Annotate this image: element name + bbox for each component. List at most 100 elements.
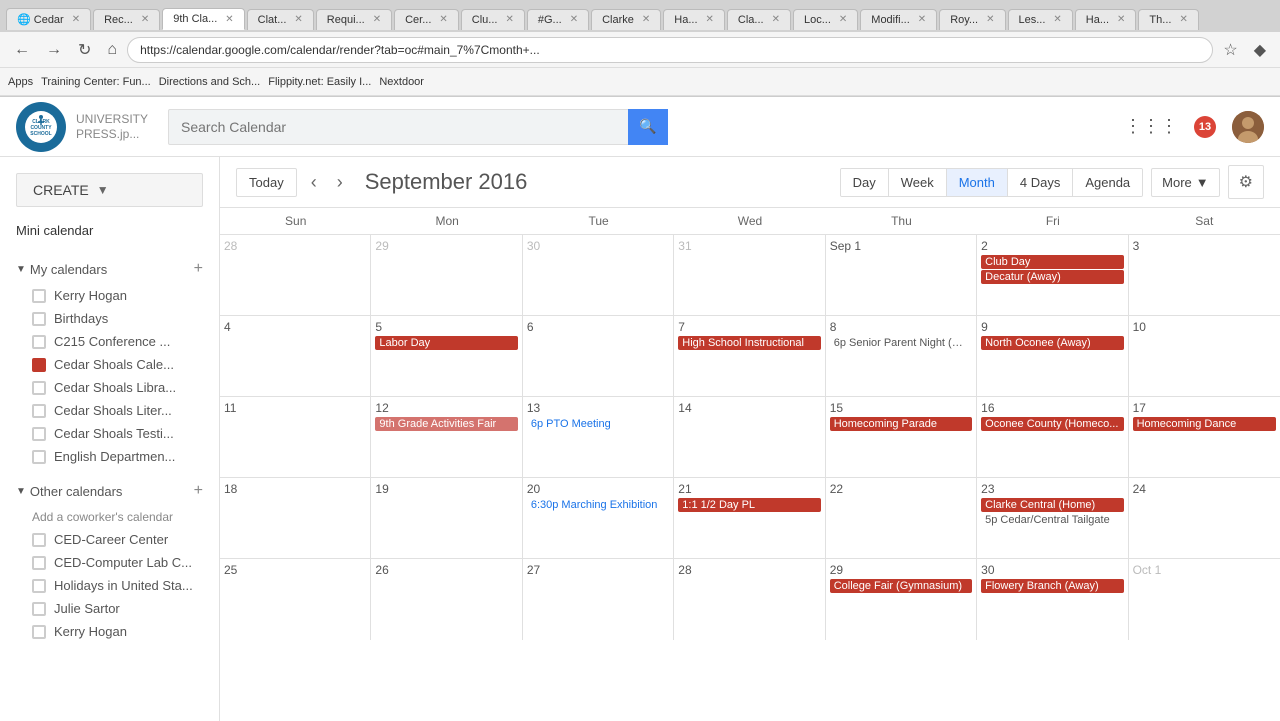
event-2-2-0[interactable]: 6p PTO Meeting <box>527 417 669 431</box>
cal-cell-1-5[interactable]: 9North Oconee (Away) <box>977 316 1128 396</box>
tab-modifi[interactable]: Modifi... ✕ <box>860 9 937 30</box>
calendar-item-c215[interactable]: C215 Conference ... <box>8 330 211 353</box>
tab-les[interactable]: Les... ✕ <box>1008 9 1073 30</box>
grid-icon[interactable]: ⋮⋮⋮ <box>1124 116 1178 137</box>
calendar-checkbox-ced-career[interactable] <box>32 533 46 547</box>
event-1-4-0[interactable]: 6p Senior Parent Night (The... <box>830 336 972 350</box>
calendar-item-holidays[interactable]: Holidays in United Sta... <box>8 574 211 597</box>
bookmark-flippity[interactable]: Flippity.net: Easily I... <box>268 76 371 88</box>
tab-clat[interactable]: Clat... ✕ <box>247 9 314 30</box>
tab-ha2[interactable]: Ha... ✕ <box>1075 9 1137 30</box>
calendar-checkbox-english-dept[interactable] <box>32 450 46 464</box>
cal-cell-0-3[interactable]: 31 <box>674 235 825 315</box>
calendar-item-ced-computer[interactable]: CED-Computer Lab C... <box>8 551 211 574</box>
cal-cell-4-0[interactable]: 25 <box>220 559 371 640</box>
event-0-5-0[interactable]: Club Day <box>981 255 1123 269</box>
other-calendars-header[interactable]: ▼ Other calendars + <box>8 476 211 506</box>
calendar-checkbox-cedar-shoals-cal[interactable] <box>32 358 46 372</box>
calendar-checkbox-ced-computer[interactable] <box>32 556 46 570</box>
search-button[interactable]: 🔍 <box>628 109 668 145</box>
calendar-item-birthdays[interactable]: Birthdays <box>8 307 211 330</box>
event-2-1-0[interactable]: 9th Grade Activities Fair <box>375 417 517 431</box>
calendar-item-english-dept[interactable]: English Departmen... <box>8 445 211 468</box>
cal-cell-2-6[interactable]: 17Homecoming Dance <box>1129 397 1280 477</box>
cal-cell-3-1[interactable]: 19 <box>371 478 522 558</box>
cal-cell-0-2[interactable]: 30 <box>523 235 674 315</box>
calendar-item-julie-sartor[interactable]: Julie Sartor <box>8 597 211 620</box>
cal-cell-3-5[interactable]: 23Clarke Central (Home)5p Cedar/Central … <box>977 478 1128 558</box>
cal-cell-4-6[interactable]: Oct 1 <box>1129 559 1280 640</box>
bookmark-training[interactable]: Training Center: Fun... <box>41 76 151 88</box>
view-month-button[interactable]: Month <box>947 169 1008 196</box>
other-calendars-plus-icon[interactable]: + <box>194 482 203 500</box>
view-4days-button[interactable]: 4 Days <box>1008 169 1073 196</box>
my-calendars-plus-icon[interactable]: + <box>194 260 203 278</box>
calendar-item-kerry-hogan[interactable]: Kerry Hogan <box>8 284 211 307</box>
cal-cell-0-6[interactable]: 3 <box>1129 235 1280 315</box>
event-1-5-0[interactable]: North Oconee (Away) <box>981 336 1123 350</box>
extensions-button[interactable]: ◆ <box>1248 38 1272 62</box>
tab-loc[interactable]: Loc... ✕ <box>793 9 858 30</box>
event-0-5-1[interactable]: Decatur (Away) <box>981 270 1123 284</box>
add-coworker-input[interactable]: Add a coworker's calendar <box>8 506 211 528</box>
cal-cell-3-2[interactable]: 206:30p Marching Exhibition <box>523 478 674 558</box>
view-day-button[interactable]: Day <box>841 169 889 196</box>
avatar[interactable] <box>1232 111 1264 143</box>
event-4-5-0[interactable]: Flowery Branch (Away) <box>981 579 1123 593</box>
cal-cell-4-5[interactable]: 30Flowery Branch (Away) <box>977 559 1128 640</box>
cal-cell-0-1[interactable]: 29 <box>371 235 522 315</box>
calendar-checkbox-cedar-liter[interactable] <box>32 404 46 418</box>
calendar-item-cedar-libra[interactable]: Cedar Shoals Libra... <box>8 376 211 399</box>
calendar-checkbox-holidays[interactable] <box>32 579 46 593</box>
event-2-5-0[interactable]: Oconee County (Homeco... <box>981 417 1123 431</box>
cal-cell-1-2[interactable]: 6 <box>523 316 674 396</box>
tab-cla2[interactable]: Cla... ✕ <box>727 9 791 30</box>
prev-month-button[interactable]: ‹ <box>305 168 323 197</box>
bookmark-button[interactable]: ☆ <box>1217 38 1243 62</box>
view-week-button[interactable]: Week <box>889 169 947 196</box>
tab-cer[interactable]: Cer... ✕ <box>394 9 459 30</box>
event-3-5-0[interactable]: Clarke Central (Home) <box>981 498 1123 512</box>
today-button[interactable]: Today <box>236 168 297 197</box>
tab-ha1[interactable]: Ha... ✕ <box>663 9 725 30</box>
my-calendars-header[interactable]: ▼ My calendars + <box>8 254 211 284</box>
cal-cell-3-4[interactable]: 22 <box>826 478 977 558</box>
event-2-6-0[interactable]: Homecoming Dance <box>1133 417 1276 431</box>
tab-hashtag-g[interactable]: #G... ✕ <box>527 9 589 30</box>
calendar-checkbox-birthdays[interactable] <box>32 312 46 326</box>
event-2-4-0[interactable]: Homecoming Parade <box>830 417 972 431</box>
cal-cell-0-4[interactable]: Sep 1 <box>826 235 977 315</box>
reload-button[interactable]: ↻ <box>72 38 97 62</box>
tab-cedar[interactable]: 🌐 Cedar ✕ <box>6 8 91 30</box>
tab-clarke[interactable]: Clarke ✕ <box>591 9 661 30</box>
cal-cell-0-5[interactable]: 2Club DayDecatur (Away) <box>977 235 1128 315</box>
cal-cell-4-3[interactable]: 28 <box>674 559 825 640</box>
calendar-checkbox-cedar-testi[interactable] <box>32 427 46 441</box>
cal-cell-3-6[interactable]: 24 <box>1129 478 1280 558</box>
calendar-checkbox-c215[interactable] <box>32 335 46 349</box>
cal-cell-2-1[interactable]: 129th Grade Activities Fair <box>371 397 522 477</box>
event-3-2-0[interactable]: 6:30p Marching Exhibition <box>527 498 669 512</box>
calendar-checkbox-kerry-hogan-other[interactable] <box>32 625 46 639</box>
calendar-checkbox-kerry-hogan[interactable] <box>32 289 46 303</box>
search-input[interactable] <box>168 109 668 145</box>
event-3-3-0[interactable]: 1:1 1/2 Day PL <box>678 498 820 512</box>
forward-button[interactable]: → <box>40 39 68 61</box>
cal-cell-1-4[interactable]: 86p Senior Parent Night (The... <box>826 316 977 396</box>
cal-cell-2-3[interactable]: 14 <box>674 397 825 477</box>
mini-calendar-title[interactable]: Mini calendar <box>16 223 93 238</box>
next-month-button[interactable]: › <box>331 168 349 197</box>
tab-th[interactable]: Th... ✕ <box>1138 9 1198 30</box>
back-button[interactable]: ← <box>8 39 36 61</box>
calendar-item-ced-career[interactable]: CED-Career Center <box>8 528 211 551</box>
bookmark-directions[interactable]: Directions and Sch... <box>159 76 261 88</box>
calendar-item-kerry-hogan-other[interactable]: Kerry Hogan <box>8 620 211 643</box>
tab-9thcla[interactable]: 9th Cla... ✕ <box>162 8 244 30</box>
cal-cell-2-0[interactable]: 11 <box>220 397 371 477</box>
calendar-item-cedar-liter[interactable]: Cedar Shoals Liter... <box>8 399 211 422</box>
url-input[interactable] <box>127 37 1213 63</box>
cal-cell-4-1[interactable]: 26 <box>371 559 522 640</box>
tab-requi[interactable]: Requi... ✕ <box>316 9 392 30</box>
bookmark-apps[interactable]: Apps <box>8 76 33 88</box>
calendar-item-cedar-shoals-cal[interactable]: Cedar Shoals Cale... <box>8 353 211 376</box>
